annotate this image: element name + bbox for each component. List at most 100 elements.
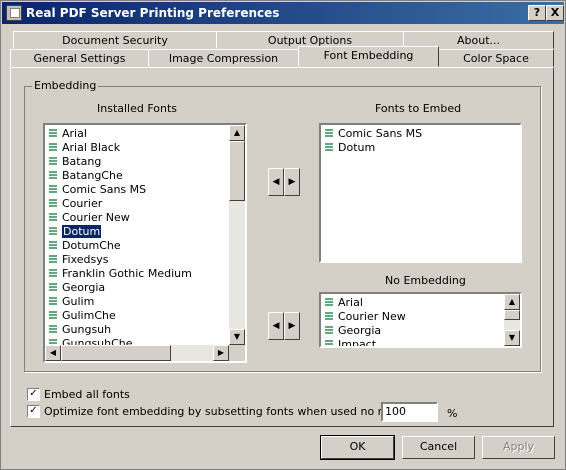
embedding-group-label: Embedding bbox=[32, 79, 99, 92]
list-item[interactable]: Impact bbox=[324, 338, 379, 348]
font-icon bbox=[49, 325, 57, 333]
list-item-label: Georgia bbox=[338, 324, 382, 337]
list-item-label: Arial Black bbox=[62, 141, 121, 154]
title-bar[interactable]: Real PDF Server Printing Preferences ? X bbox=[2, 2, 564, 24]
embed-all-fonts-label[interactable]: Embed all fonts bbox=[44, 388, 130, 401]
close-button[interactable]: X bbox=[546, 5, 564, 21]
list-item-label: Gungsuh bbox=[62, 323, 112, 336]
optimize-embedding-checkbox[interactable]: ✓ bbox=[27, 405, 40, 418]
list-item-label: Gulim bbox=[62, 295, 95, 308]
font-icon bbox=[49, 213, 57, 221]
move-left-no-embed-button[interactable]: ◀ bbox=[268, 312, 284, 340]
scroll-thumb[interactable] bbox=[229, 141, 245, 201]
no-embedding-list[interactable]: Impact Georgia Courier New Arial ▲ ▼ bbox=[319, 292, 522, 348]
fonts-to-embed-title: Fonts to Embed bbox=[375, 102, 462, 115]
fonts-to-embed-list[interactable]: Dotum Comic Sans MS bbox=[319, 123, 522, 263]
scroll-down-arrow-icon[interactable]: ▼ bbox=[229, 329, 245, 345]
list-item[interactable]: Arial bbox=[48, 127, 90, 141]
scroll-thumb[interactable] bbox=[504, 310, 520, 320]
list-item[interactable]: Georgia bbox=[48, 281, 108, 295]
list-item-label: Courier New bbox=[338, 310, 406, 323]
move-right-no-embed-button[interactable]: ▶ bbox=[284, 312, 300, 340]
list-item[interactable]: Gungsuh bbox=[48, 323, 114, 337]
list-item[interactable]: Dotum bbox=[324, 141, 378, 155]
list-item[interactable]: Comic Sans MS bbox=[48, 183, 149, 197]
optimize-embedding-label[interactable]: Optimize font embedding by subsetting fo… bbox=[44, 405, 435, 418]
checkmark-icon: ✓ bbox=[29, 388, 38, 399]
move-right-embed-button[interactable]: ▶ bbox=[284, 168, 300, 196]
no-embed-vertical-scrollbar[interactable]: ▲ ▼ bbox=[504, 294, 520, 346]
font-icon bbox=[325, 129, 333, 137]
tab-general-settings[interactable]: General Settings bbox=[10, 49, 149, 67]
list-item-label: Georgia bbox=[62, 281, 106, 294]
list-item[interactable]: Courier New bbox=[48, 211, 133, 225]
font-icon bbox=[49, 199, 57, 207]
threshold-input[interactable]: 100 bbox=[381, 402, 438, 422]
font-icon bbox=[325, 326, 333, 334]
font-icon bbox=[49, 297, 57, 305]
list-item[interactable]: Georgia bbox=[324, 324, 384, 338]
list-item[interactable]: Fixedsys bbox=[48, 253, 111, 267]
hscroll-thumb[interactable] bbox=[61, 345, 171, 361]
no-embedding-title: No Embedding bbox=[385, 274, 466, 287]
installed-vertical-scrollbar[interactable]: ▲ ▼ bbox=[229, 125, 245, 345]
list-item[interactable]: Arial Black bbox=[48, 141, 123, 155]
font-icon bbox=[49, 129, 57, 137]
font-icon bbox=[49, 255, 57, 263]
list-item-label: Arial bbox=[62, 127, 87, 140]
tab-font-embedding[interactable]: Font Embedding bbox=[298, 46, 439, 67]
list-item[interactable]: Gulim bbox=[48, 295, 97, 309]
font-icon bbox=[49, 283, 57, 291]
font-icon bbox=[49, 185, 57, 193]
ok-button[interactable]: OK bbox=[320, 435, 395, 460]
installed-fonts-title: Installed Fonts bbox=[97, 102, 178, 115]
list-item[interactable]: Dotum bbox=[48, 224, 104, 239]
font-icon bbox=[49, 171, 57, 179]
scroll-up-arrow-icon[interactable]: ▲ bbox=[229, 125, 245, 141]
move-left-embed-button[interactable]: ◀ bbox=[268, 168, 284, 196]
list-item[interactable]: Franklin Gothic Medium bbox=[48, 267, 195, 281]
font-icon bbox=[325, 312, 333, 320]
font-icon bbox=[325, 340, 333, 345]
font-icon bbox=[49, 311, 57, 319]
list-item-label: Dotum bbox=[60, 224, 103, 239]
list-item[interactable]: Courier bbox=[48, 197, 105, 211]
scroll-left-arrow-icon[interactable]: ◀ bbox=[45, 345, 61, 361]
font-icon bbox=[49, 227, 57, 235]
scroll-up-arrow-icon[interactable]: ▲ bbox=[504, 294, 520, 310]
help-button[interactable]: ? bbox=[528, 5, 546, 21]
list-item-label: Franklin Gothic Medium bbox=[62, 267, 192, 280]
list-item-label: BatangChe bbox=[62, 169, 123, 182]
list-item[interactable]: DotumChe bbox=[48, 239, 124, 253]
list-item[interactable]: BatangChe bbox=[48, 169, 126, 183]
font-icon bbox=[49, 143, 57, 151]
list-item-label: Batang bbox=[62, 155, 102, 168]
list-item-label: GulimChe bbox=[62, 309, 116, 322]
window-title: Real PDF Server Printing Preferences bbox=[26, 6, 280, 20]
list-item[interactable]: Batang bbox=[48, 155, 104, 169]
list-item[interactable]: Comic Sans MS bbox=[324, 127, 425, 141]
checkmark-icon: ✓ bbox=[29, 405, 38, 416]
list-item-label: Impact bbox=[338, 338, 377, 348]
list-item-label: Arial bbox=[338, 296, 363, 309]
tab-color-space[interactable]: Color Space bbox=[438, 49, 554, 67]
font-icon bbox=[325, 143, 333, 151]
cancel-button[interactable]: Cancel bbox=[402, 436, 475, 459]
list-item[interactable]: Courier New bbox=[324, 310, 409, 324]
font-icon bbox=[49, 157, 57, 165]
threshold-unit: % bbox=[447, 407, 458, 420]
list-item-label: Comic Sans MS bbox=[338, 127, 423, 140]
tab-document-security[interactable]: Document Security bbox=[13, 31, 217, 49]
tab-image-compression[interactable]: Image Compression bbox=[148, 49, 299, 67]
apply-button[interactable]: Apply bbox=[482, 436, 555, 459]
installed-fonts-list[interactable]: GungsuhChe Gungsuh GulimChe Gulim Georgia Fra… bbox=[43, 123, 247, 363]
installed-horizontal-scrollbar[interactable]: ◀ ▶ bbox=[45, 345, 229, 361]
scroll-down-arrow-icon[interactable]: ▼ bbox=[504, 330, 520, 346]
embed-all-fonts-checkbox[interactable]: ✓ bbox=[27, 388, 40, 401]
list-item[interactable]: Arial bbox=[324, 296, 366, 310]
scroll-right-arrow-icon[interactable]: ▶ bbox=[213, 345, 229, 361]
printer-app-icon bbox=[6, 5, 22, 21]
list-item[interactable]: GulimChe bbox=[48, 309, 119, 323]
list-item-label: Dotum bbox=[338, 141, 376, 154]
scroll-corner bbox=[229, 345, 245, 361]
